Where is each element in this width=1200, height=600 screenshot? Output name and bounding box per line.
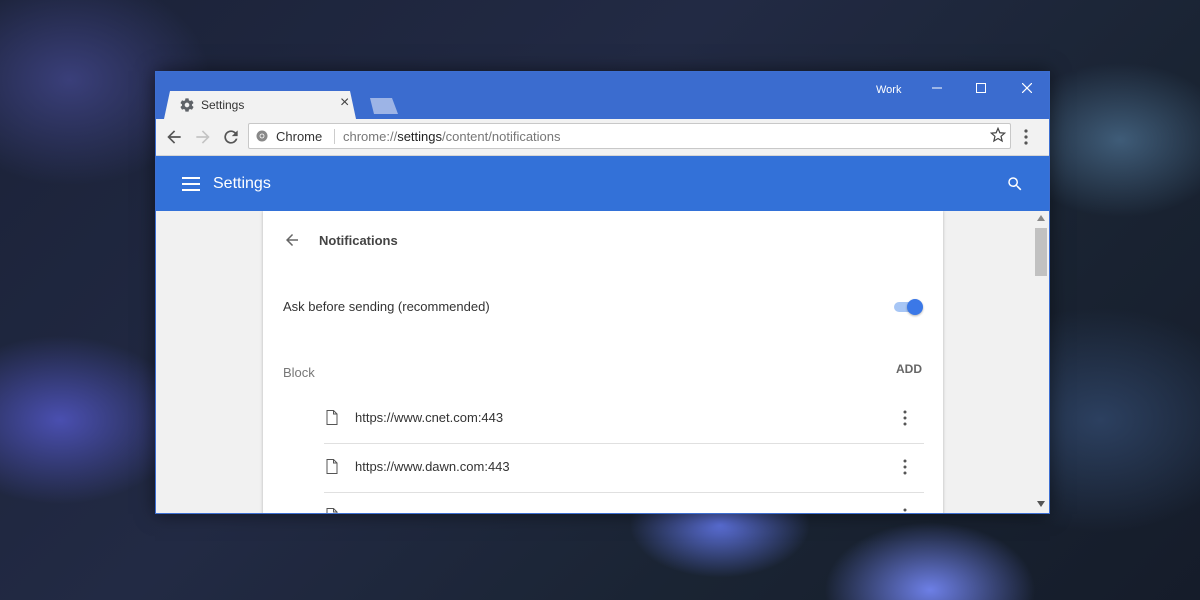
tab-close-button[interactable]: ×: [340, 94, 349, 112]
browser-window: Settings × Work Chrome chrome://settings…: [155, 71, 1050, 514]
settings-header: Settings: [156, 156, 1049, 211]
close-button[interactable]: [1012, 78, 1042, 98]
ask-before-sending-toggle[interactable]: [892, 298, 924, 316]
reload-icon[interactable]: [221, 127, 241, 147]
more-vert-icon[interactable]: [902, 410, 908, 426]
url-host: settings: [397, 129, 442, 144]
minimize-button[interactable]: [922, 78, 952, 98]
add-block-button[interactable]: ADD: [896, 362, 922, 376]
new-tab-button[interactable]: [370, 98, 398, 114]
chrome-icon: [256, 130, 268, 142]
page-scrollbar[interactable]: [1033, 211, 1049, 513]
toggle-knob: [907, 299, 923, 315]
back-icon[interactable]: [164, 127, 184, 147]
gear-icon: [180, 98, 194, 112]
omnibox-divider: [334, 129, 335, 144]
ask-before-sending-label: Ask before sending (recommended): [283, 299, 490, 314]
tab-settings[interactable]: Settings ×: [164, 91, 356, 119]
notifications-card: Notifications Ask before sending (recomm…: [263, 211, 943, 514]
file-icon: [326, 508, 338, 513]
url-text[interactable]: chrome://settings/content/notifications: [343, 129, 561, 144]
settings-content: Notifications Ask before sending (recomm…: [156, 211, 1049, 514]
back-arrow-icon[interactable]: [283, 231, 301, 249]
list-item: https://www.dawn.com:443: [324, 443, 924, 493]
browser-toolbar: Chrome chrome://settings/content/notific…: [156, 119, 1049, 156]
list-item-partial: [324, 492, 924, 514]
settings-title: Settings: [213, 175, 271, 192]
chrome-menu-icon[interactable]: [1022, 128, 1030, 146]
url-path: /content/notifications: [442, 129, 561, 144]
minimize-icon: [932, 87, 942, 89]
block-section-label: Block: [283, 365, 315, 380]
profile-name[interactable]: Work: [876, 84, 901, 96]
url-scheme: chrome://: [343, 129, 398, 144]
scroll-up-icon[interactable]: [1037, 215, 1045, 221]
site-url: https://www.dawn.com:443: [355, 459, 510, 474]
scrollbar-thumb[interactable]: [1035, 228, 1047, 276]
title-bar: Settings × Work: [156, 72, 1049, 119]
more-vert-icon[interactable]: [902, 459, 908, 475]
more-vert-icon[interactable]: [902, 508, 908, 514]
site-chip: Chrome: [276, 129, 323, 144]
hamburger-menu-icon[interactable]: [182, 177, 200, 191]
tab-title: Settings: [201, 98, 245, 112]
maximize-icon: [976, 83, 986, 93]
list-item: https://www.cnet.com:443: [324, 394, 924, 444]
page-title: Notifications: [319, 233, 398, 248]
address-bar[interactable]: Chrome chrome://settings/content/notific…: [248, 123, 1011, 149]
maximize-button[interactable]: [966, 78, 996, 98]
star-icon[interactable]: [990, 127, 1006, 143]
site-url: https://www.cnet.com:443: [355, 410, 504, 425]
forward-icon[interactable]: [193, 127, 213, 147]
search-icon[interactable]: [1006, 175, 1024, 193]
close-icon: [1021, 82, 1033, 94]
file-icon: [326, 410, 338, 425]
file-icon: [326, 459, 338, 474]
scroll-down-icon[interactable]: [1037, 501, 1045, 507]
